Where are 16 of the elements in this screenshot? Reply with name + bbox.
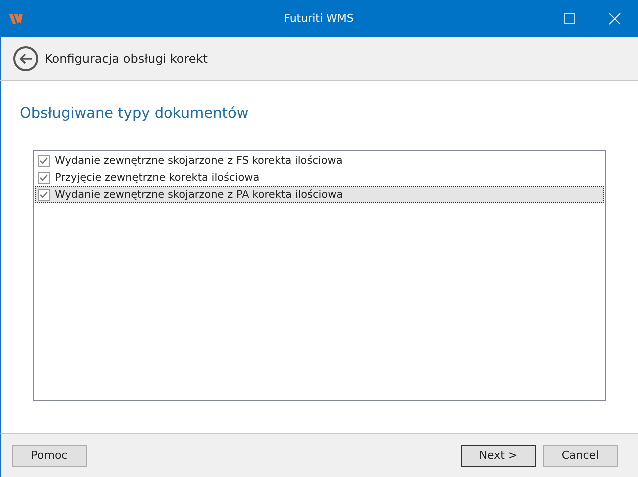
help-button[interactable]: Pomoc [12, 444, 87, 466]
cancel-button[interactable]: Cancel [543, 444, 618, 466]
wizard-step-title: Konfiguracja obsługi korekt [45, 52, 208, 66]
checkbox[interactable] [38, 154, 50, 166]
checkbox[interactable] [38, 172, 50, 184]
checkbox[interactable] [38, 188, 50, 200]
window-title: Futuriti WMS [284, 12, 354, 25]
next-button[interactable]: Next > [461, 444, 536, 466]
section-title: Obsługiwane typy dokumentów [20, 106, 249, 122]
list-item[interactable]: Przyjęcie zewnętrzne korekta ilościowa [35, 169, 604, 186]
list-item[interactable]: Wydanie zewnętrzne skojarzone z PA korekta ilościowa [35, 186, 604, 203]
maximize-icon[interactable] [564, 13, 574, 24]
close-icon[interactable] [609, 12, 621, 24]
list-item[interactable]: Wydanie zewnętrzne skojarzone z FS korekta ilościowa [35, 152, 604, 169]
app-logo [9, 12, 25, 26]
back-button[interactable] [13, 46, 39, 72]
